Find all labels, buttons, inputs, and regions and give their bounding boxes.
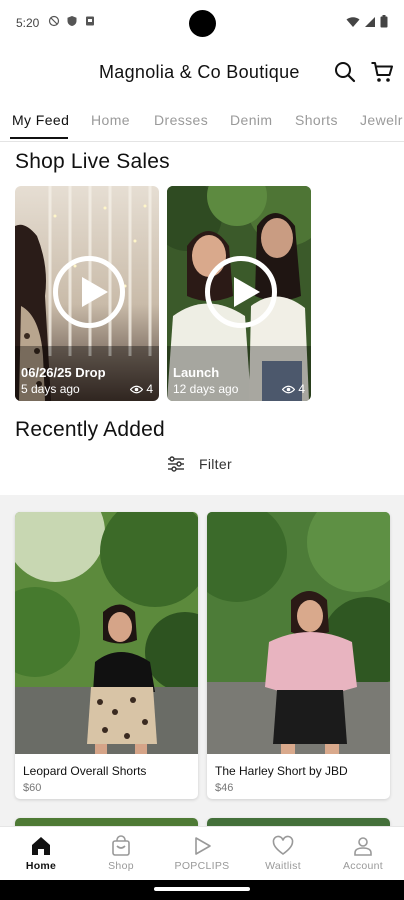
eye-icon <box>282 385 296 393</box>
nav-label: POPCLIPS <box>174 860 230 872</box>
battery-icon <box>380 15 388 28</box>
person-icon <box>354 837 372 856</box>
category-tabs: My Feed Home Dresses Denim Shorts Jewelr <box>0 98 404 142</box>
product-image <box>15 512 198 754</box>
tab-shorts[interactable]: Shorts <box>295 112 338 128</box>
product-image <box>207 512 390 754</box>
play-button[interactable] <box>53 256 125 328</box>
product-price: $60 <box>23 782 42 794</box>
live-sale-age: 5 days ago <box>21 382 80 396</box>
nav-shop[interactable]: Shop <box>86 835 156 872</box>
nav-account[interactable]: Account <box>328 835 398 872</box>
product-card[interactable]: The Harley Short by JBD $46 <box>207 512 390 799</box>
bottom-nav: Home Shop POPCLIPS Waitlist Account <box>0 826 404 880</box>
filter-button[interactable]: Filter <box>167 456 232 472</box>
live-sale-name: Launch <box>173 365 220 380</box>
product-card[interactable]: Leopard Overall Shorts $60 <box>15 512 198 799</box>
signal-icon <box>365 16 375 27</box>
active-tab-indicator <box>10 137 68 139</box>
nav-label: Home <box>25 860 57 872</box>
product-price: $46 <box>215 782 234 794</box>
nav-popclips[interactable]: POPCLIPS <box>167 835 237 872</box>
home-icon <box>32 837 50 855</box>
dnd-icon <box>48 15 60 27</box>
tab-jewelry[interactable]: Jewelr <box>360 112 403 128</box>
play-button[interactable] <box>205 256 277 328</box>
tab-denim[interactable]: Denim <box>230 112 272 128</box>
wifi-icon <box>346 16 360 27</box>
nav-label: Shop <box>108 860 134 872</box>
view-count: 4 <box>298 382 305 396</box>
tab-home[interactable]: Home <box>91 112 130 128</box>
nav-home[interactable]: Home <box>6 835 76 872</box>
live-sale-name: 06/26/25 Drop <box>21 365 106 380</box>
notification-icon <box>86 16 94 26</box>
live-card[interactable]: Launch 12 days ago 4 <box>167 186 311 401</box>
live-sale-age: 12 days ago <box>173 382 239 396</box>
filter-label: Filter <box>199 456 232 472</box>
app-header: Magnolia & Co Boutique <box>0 50 404 94</box>
live-card[interactable]: 06/26/25 Drop 5 days ago 4 <box>15 186 159 401</box>
heart-icon <box>272 835 294 855</box>
nav-label: Waitlist <box>265 860 301 872</box>
eye-icon <box>130 385 144 393</box>
recently-added-title: Recently Added <box>15 418 165 441</box>
system-nav-bar <box>0 880 404 900</box>
product-name: The Harley Short by JBD <box>215 764 348 778</box>
home-gesture-pill[interactable] <box>154 887 250 891</box>
store-title: Magnolia & Co Boutique <box>99 62 300 82</box>
status-bar: 5:20 <box>0 0 404 44</box>
shopping-bag-icon <box>112 835 130 856</box>
view-count: 4 <box>146 382 153 396</box>
product-name: Leopard Overall Shorts <box>23 764 147 778</box>
nav-waitlist[interactable]: Waitlist <box>248 835 318 872</box>
camera-cutout <box>189 10 216 37</box>
tab-dresses[interactable]: Dresses <box>154 112 208 128</box>
play-icon <box>195 837 211 855</box>
nav-label: Account <box>342 860 384 872</box>
filter-icon <box>168 456 184 472</box>
search-icon[interactable] <box>333 60 357 84</box>
cart-icon[interactable] <box>370 60 394 84</box>
status-time: 5:20 <box>16 16 40 30</box>
shield-icon <box>67 16 77 26</box>
tab-my-feed[interactable]: My Feed <box>12 112 69 128</box>
live-sales-title: Shop Live Sales <box>15 150 170 173</box>
